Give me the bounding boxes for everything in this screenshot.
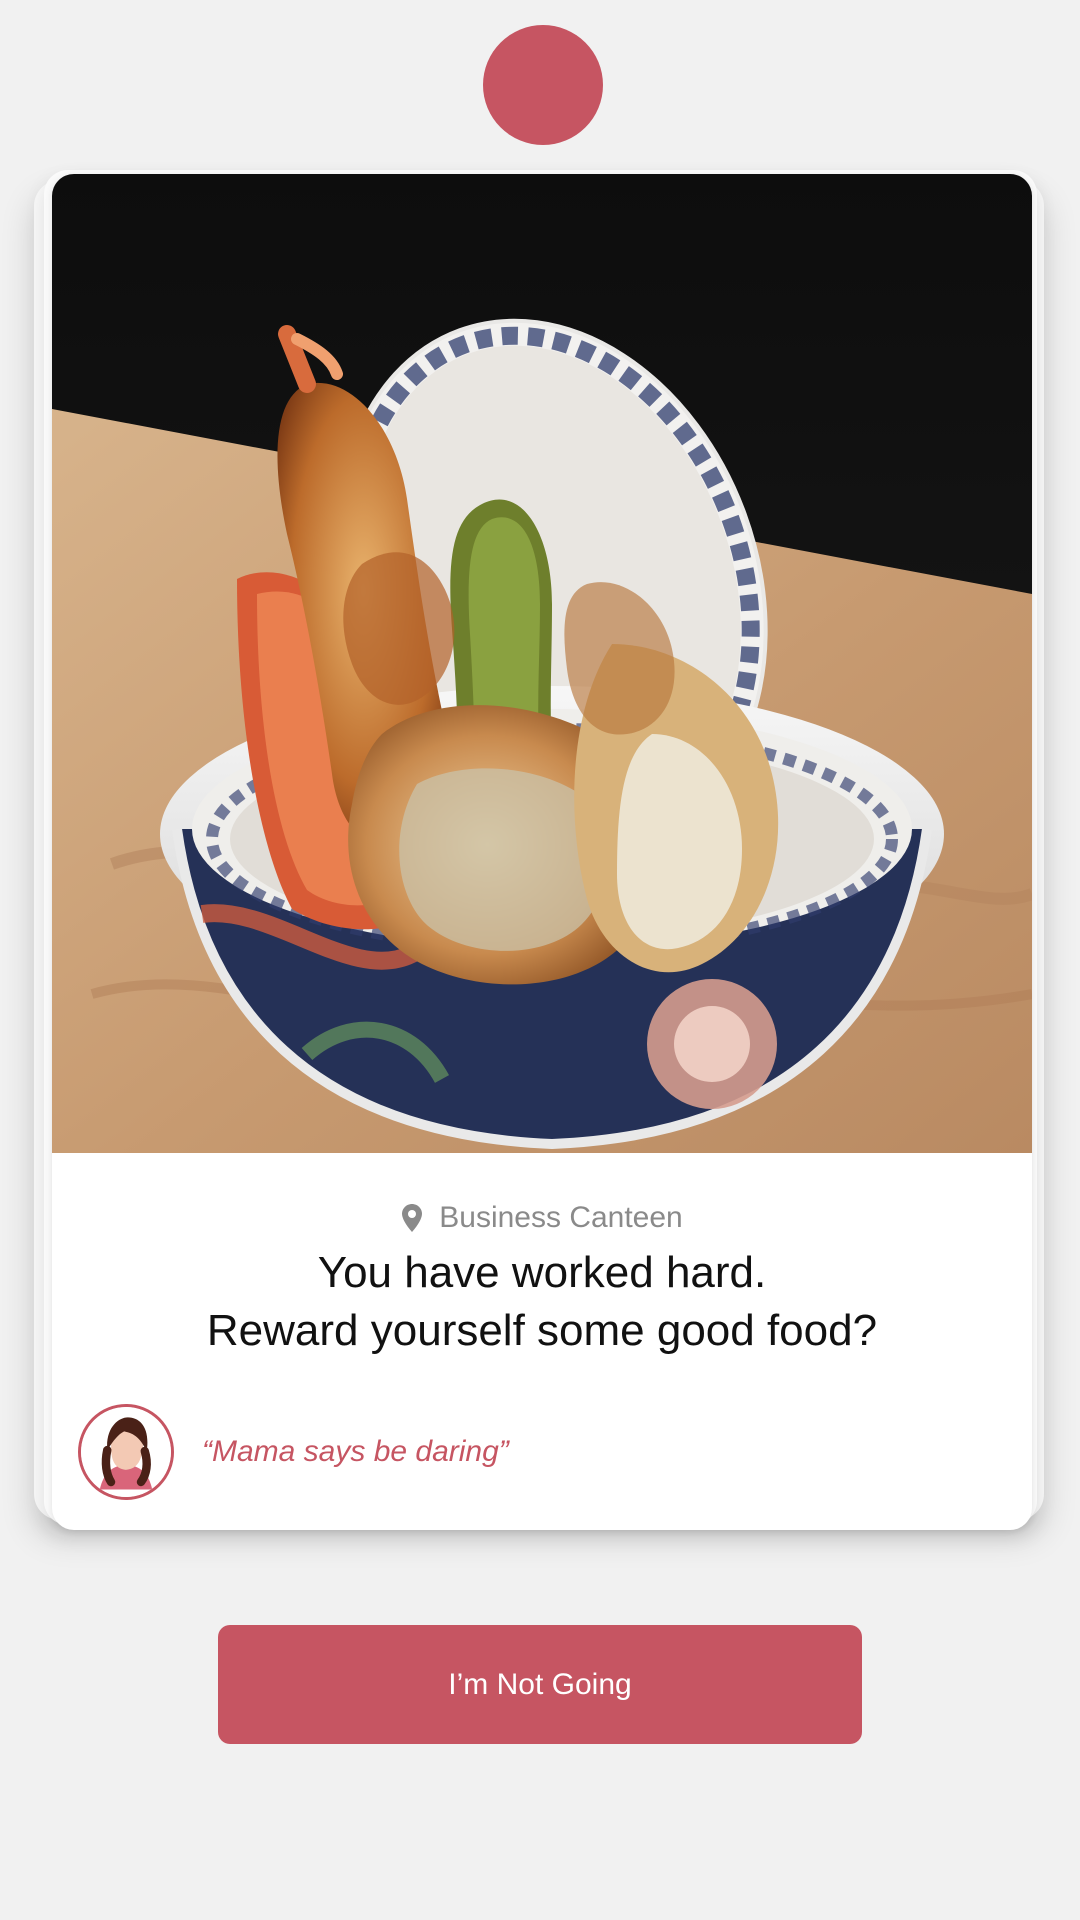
meal-prompt-text: You have worked hard. Reward yourself so… [52,1244,1032,1360]
top-indicator-dot [483,25,603,145]
headline-line-1: You have worked hard. [317,1248,767,1297]
food-photo [52,174,1032,1153]
woman-avatar-icon [78,1404,174,1500]
meal-suggestion-card[interactable]: Business Canteen You have worked hard. R… [52,174,1032,1530]
persona-quote: “Mama says be daring” [202,1435,509,1468]
location-row: Business Canteen [52,1198,1032,1238]
headline-line-2: Reward yourself some good food? [206,1306,878,1355]
persona-row: “Mama says be daring” [78,1404,509,1500]
location-pin-icon [401,1203,423,1233]
not-going-button[interactable]: I’m Not Going [218,1625,862,1744]
location-label: Business Canteen [439,1201,683,1234]
